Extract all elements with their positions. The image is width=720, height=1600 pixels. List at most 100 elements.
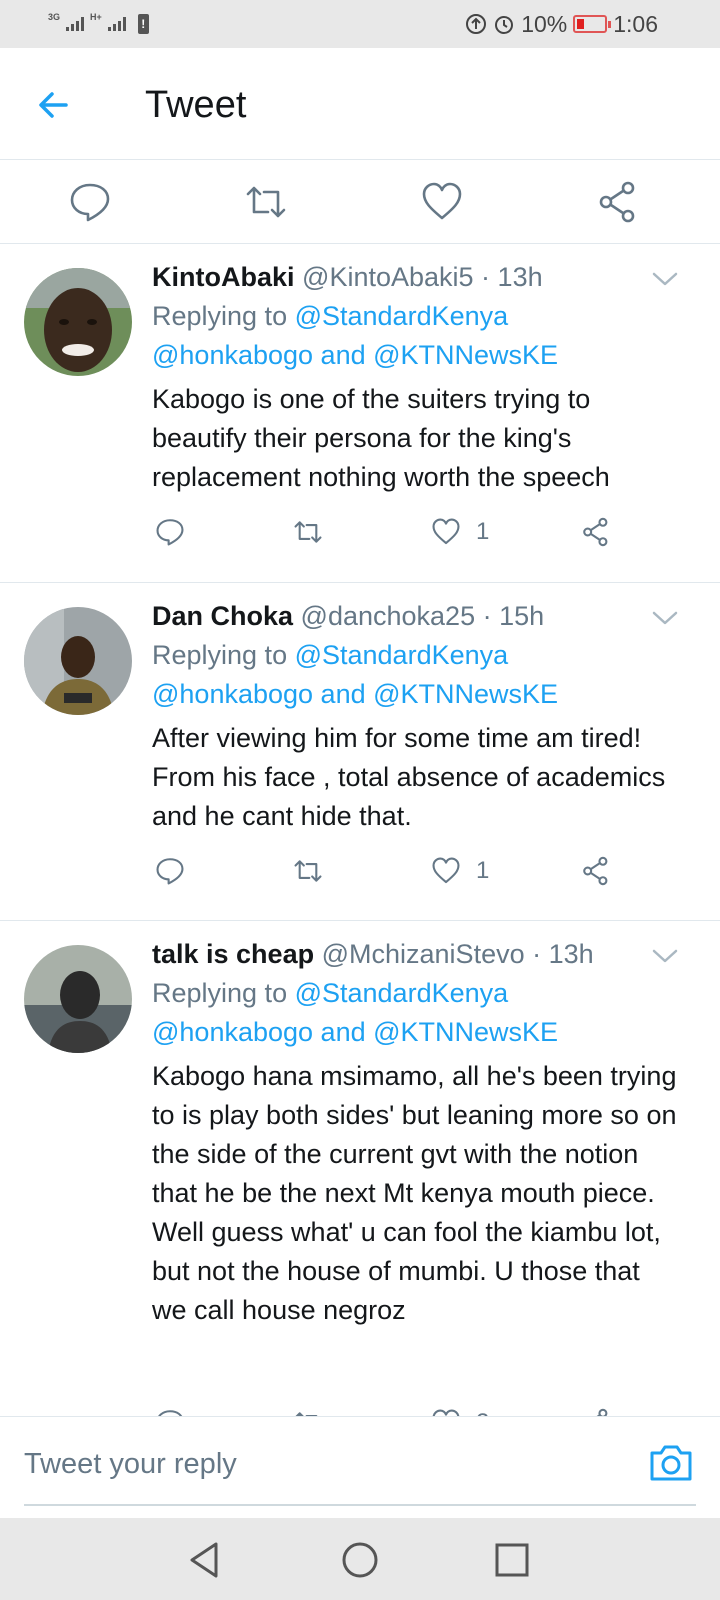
retweet-button[interactable] [290, 512, 326, 552]
user-handle: @danchoka25 [300, 601, 476, 631]
like-icon [432, 857, 460, 884]
share-icon [596, 1408, 608, 1416]
chevron-down-icon[interactable] [650, 941, 680, 971]
reply-button[interactable] [152, 1403, 188, 1416]
reply-input[interactable] [24, 1441, 624, 1487]
reply-button[interactable] [152, 512, 188, 552]
retweet-button[interactable] [290, 851, 326, 891]
and-text: and [313, 1017, 374, 1047]
system-nav-bar [0, 1518, 720, 1600]
reply-button[interactable] [152, 851, 188, 891]
replying-prefix: Replying to [152, 301, 295, 331]
tweet-header: Dan Choka @danchoka25 · 15h [152, 601, 650, 632]
home-circle-icon[interactable] [338, 1538, 382, 1582]
display-name[interactable]: talk is cheap [152, 939, 314, 969]
mention-link[interactable]: @KTNNewsKE [373, 340, 558, 370]
share-button[interactable] [578, 851, 614, 891]
display-name[interactable]: KintoAbaki [152, 262, 295, 292]
share-icon[interactable] [592, 176, 644, 228]
like-icon[interactable] [416, 176, 468, 228]
mention-link[interactable]: @honkabogo [152, 340, 313, 370]
tweet-text: Kabogo is one of the suiters trying to b… [152, 384, 610, 492]
main-tweet-actions [0, 160, 720, 244]
and-text: and [313, 679, 374, 709]
replying-to: Replying to @StandardKenya @honkabogo an… [152, 636, 690, 714]
retweet-icon [294, 521, 322, 543]
and-text: and [313, 340, 374, 370]
battery-percent: 10% [521, 10, 568, 37]
battery-icon [573, 15, 612, 33]
reply-tweet[interactable]: KintoAbaki @KintoAbaki5 · 13h Replying t… [0, 244, 720, 583]
chevron-down-icon[interactable] [650, 264, 680, 294]
like-icon [432, 518, 460, 545]
reply-composer [0, 1416, 720, 1518]
retweet-icon [294, 860, 322, 882]
replying-prefix: Replying to [152, 640, 295, 670]
like-button[interactable]: 2 [428, 1403, 489, 1416]
mention-link[interactable]: @honkabogo [152, 679, 313, 709]
back-triangle-icon[interactable] [184, 1538, 228, 1582]
tweet-text: After viewing him for some time am tired… [152, 723, 666, 831]
replying-to: Replying to @StandardKenya @honkabogo an… [152, 974, 690, 1052]
retweet-icon[interactable] [240, 176, 292, 228]
page-title: Tweet [145, 84, 247, 126]
retweet-icon [295, 1412, 318, 1416]
tweet-actions: 1 [0, 512, 720, 552]
replying-to: Replying to @StandardKenya @honkabogo an… [152, 297, 690, 375]
timestamp: 15h [499, 601, 545, 631]
signal-icon [66, 17, 85, 31]
mention-link[interactable]: @StandardKenya [295, 640, 509, 670]
status-right: 10% 1:06 [465, 10, 658, 38]
share-button[interactable] [578, 1403, 614, 1416]
reply-tweet[interactable]: talk is cheap @MchizaniStevo · 13h Reply… [0, 921, 720, 1416]
separator-dot: · [475, 601, 500, 631]
timestamp: 13h [497, 262, 543, 292]
tweet-actions: 1 [0, 851, 720, 891]
data-saver-icon [466, 14, 487, 34]
status-left: 3G H+ ! [48, 12, 149, 36]
camera-icon[interactable] [648, 1439, 694, 1485]
chevron-down-icon[interactable] [650, 603, 680, 633]
tweet-text: Kabogo hana msimamo, all he's been tryin… [152, 1061, 677, 1325]
like-count: 1 [476, 857, 490, 884]
mention-link[interactable]: @StandardKenya [295, 978, 509, 1008]
share-icon [583, 517, 608, 547]
like-icon [432, 1409, 460, 1416]
reply-icon [158, 1410, 183, 1416]
display-name[interactable]: Dan Choka [152, 601, 293, 631]
mention-link[interactable]: @KTNNewsKE [373, 679, 558, 709]
back-arrow-icon[interactable] [30, 80, 80, 130]
timestamp: 13h [548, 939, 594, 969]
reply-icon [156, 858, 184, 885]
separator-dot: · [473, 262, 498, 292]
user-handle: @MchizaniStevo [321, 939, 525, 969]
user-handle: @KintoAbaki5 [302, 262, 474, 292]
reply-tweet[interactable]: Dan Choka @danchoka25 · 15h Replying to … [0, 583, 720, 921]
reply-icon[interactable] [64, 176, 116, 228]
avatar[interactable] [24, 945, 132, 1053]
tweet-header: KintoAbaki @KintoAbaki5 · 13h [152, 262, 650, 293]
like-button[interactable]: 1 [428, 851, 489, 891]
alarm-icon [495, 16, 514, 34]
tweet-header: talk is cheap @MchizaniStevo · 13h [152, 939, 650, 970]
like-button[interactable]: 1 [428, 512, 489, 552]
mention-link[interactable]: @honkabogo [152, 1017, 313, 1047]
like-count: 2 [476, 1409, 489, 1416]
retweet-button[interactable] [290, 1403, 326, 1416]
avatar[interactable] [24, 268, 132, 376]
share-button[interactable] [578, 512, 614, 552]
share-icon [583, 856, 608, 886]
reply-underline [24, 1504, 696, 1506]
mention-link[interactable]: @KTNNewsKE [373, 1017, 558, 1047]
recents-square-icon[interactable] [490, 1538, 534, 1582]
mention-link[interactable]: @StandardKenya [295, 301, 509, 331]
replying-prefix: Replying to [152, 978, 295, 1008]
separator-dot: · [524, 939, 549, 969]
app-header: Tweet [0, 48, 720, 160]
avatar[interactable] [24, 607, 132, 715]
tweet-actions: 2 [0, 1403, 720, 1416]
network-type-1: 3G [48, 12, 61, 22]
signal-icon-2 [107, 17, 126, 31]
notification-alert-icon: ! [137, 14, 149, 34]
network-type-2: H+ [90, 12, 102, 22]
